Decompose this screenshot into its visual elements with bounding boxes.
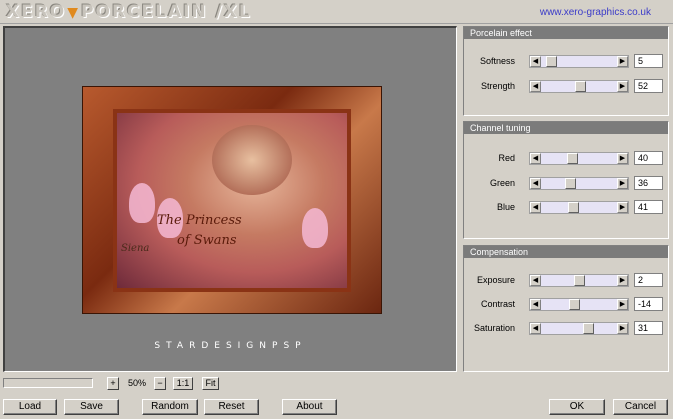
slider-thumb[interactable] bbox=[546, 56, 558, 67]
cancel-button[interactable]: Cancel bbox=[613, 399, 668, 415]
red-value-field[interactable]: 40 bbox=[634, 151, 663, 165]
slider-thumb[interactable] bbox=[567, 153, 579, 164]
panel-compensation: Compensation Exposure ◀ ▶ 2 Contrast ◀ ▶… bbox=[463, 245, 669, 372]
preview-image-inner: The Princess of Swans Siena bbox=[113, 109, 351, 292]
slider-label: Blue bbox=[496, 202, 515, 212]
slider-right-arrow-icon[interactable]: ▶ bbox=[617, 56, 628, 67]
slider-thumb[interactable] bbox=[574, 81, 586, 92]
random-button[interactable]: Random bbox=[142, 399, 198, 415]
slider-label: Red bbox=[498, 153, 515, 163]
slider-label: Strength bbox=[480, 81, 515, 91]
preview-area[interactable]: The Princess of Swans Siena STARDESIGNPS… bbox=[3, 26, 457, 372]
zoom-fit-button[interactable]: Fit bbox=[202, 377, 219, 390]
slider-left-arrow-icon[interactable]: ◀ bbox=[530, 56, 541, 67]
slider-thumb[interactable] bbox=[569, 299, 581, 310]
saturation-value-field[interactable]: 31 bbox=[634, 321, 663, 335]
progress-bar bbox=[3, 378, 93, 388]
zoom-in-button[interactable]: + bbox=[107, 377, 119, 390]
slider-left-arrow-icon[interactable]: ◀ bbox=[530, 202, 541, 213]
panel-porcelain-effect: Porcelain effect Softness ◀ ▶ 5 Strength… bbox=[463, 26, 669, 116]
strength-value-field[interactable]: 52 bbox=[634, 79, 663, 93]
slider-right-arrow-icon[interactable]: ▶ bbox=[617, 202, 628, 213]
slider-right-arrow-icon[interactable]: ▶ bbox=[617, 81, 628, 92]
slider-right-arrow-icon[interactable]: ▶ bbox=[617, 323, 628, 334]
slider-right-arrow-icon[interactable]: ▶ bbox=[617, 178, 628, 189]
swan-shape bbox=[302, 208, 328, 248]
artwork-signature: Siena bbox=[121, 243, 150, 254]
slider-left-arrow-icon[interactable]: ◀ bbox=[530, 323, 541, 334]
slider-left-arrow-icon[interactable]: ◀ bbox=[530, 178, 541, 189]
zoom-actual-size-button[interactable]: 1:1 bbox=[173, 377, 193, 390]
slider-label: Saturation bbox=[473, 323, 515, 333]
green-value-field[interactable]: 36 bbox=[634, 176, 663, 190]
slider-row-exposure: Exposure ◀ ▶ 2 bbox=[464, 273, 668, 288]
logo-text-right: PORCELAIN /XL bbox=[81, 2, 252, 22]
strength-slider[interactable]: ◀ ▶ bbox=[529, 80, 629, 93]
blue-value-field[interactable]: 41 bbox=[634, 200, 663, 214]
softness-slider[interactable]: ◀ ▶ bbox=[529, 55, 629, 68]
saturation-slider[interactable]: ◀ ▶ bbox=[529, 322, 629, 335]
ok-button[interactable]: OK bbox=[549, 399, 605, 415]
slider-thumb[interactable] bbox=[574, 275, 586, 286]
slider-thumb[interactable] bbox=[582, 323, 594, 334]
about-button[interactable]: About bbox=[282, 399, 337, 415]
zoom-out-button[interactable]: − bbox=[154, 377, 166, 390]
slider-label: Contrast bbox=[480, 299, 515, 309]
slider-right-arrow-icon[interactable]: ▶ bbox=[617, 299, 628, 310]
load-button[interactable]: Load bbox=[3, 399, 57, 415]
preview-image: The Princess of Swans Siena bbox=[82, 86, 382, 314]
slider-label: Exposure bbox=[476, 275, 515, 285]
website-link[interactable]: www.xero-graphics.co.uk bbox=[540, 7, 651, 18]
watermark-text: STARDESIGNPSP bbox=[154, 341, 307, 351]
contrast-value-field[interactable]: -14 bbox=[634, 297, 663, 311]
slider-label: Green bbox=[489, 178, 515, 188]
blue-slider[interactable]: ◀ ▶ bbox=[529, 201, 629, 214]
title-bar: XERO▼PORCELAIN /XL www.xero-graphics.co.… bbox=[0, 0, 673, 24]
slider-row-contrast: Contrast ◀ ▶ -14 bbox=[464, 297, 668, 312]
green-slider[interactable]: ◀ ▶ bbox=[529, 177, 629, 190]
slider-row-strength: Strength ◀ ▶ 52 bbox=[464, 79, 668, 94]
slider-row-red: Red ◀ ▶ 40 bbox=[464, 151, 668, 166]
red-slider[interactable]: ◀ ▶ bbox=[529, 152, 629, 165]
logo-text-left: XERO bbox=[6, 2, 67, 22]
reset-button[interactable]: Reset bbox=[204, 399, 259, 415]
artwork-subtitle: of Swans bbox=[177, 233, 237, 248]
panel-title: Compensation bbox=[464, 246, 668, 258]
slider-row-green: Green ◀ ▶ 36 bbox=[464, 176, 668, 191]
slider-left-arrow-icon[interactable]: ◀ bbox=[530, 153, 541, 164]
slider-row-saturation: Saturation ◀ ▶ 31 bbox=[464, 321, 668, 336]
app-logo: XERO▼PORCELAIN /XL bbox=[6, 2, 252, 22]
panel-title: Porcelain effect bbox=[464, 27, 668, 39]
contrast-slider[interactable]: ◀ ▶ bbox=[529, 298, 629, 311]
slider-row-softness: Softness ◀ ▶ 5 bbox=[464, 54, 668, 69]
portrait-shape bbox=[212, 125, 292, 195]
slider-thumb[interactable] bbox=[564, 178, 576, 189]
slider-left-arrow-icon[interactable]: ◀ bbox=[530, 299, 541, 310]
slider-thumb[interactable] bbox=[568, 202, 579, 213]
save-button[interactable]: Save bbox=[64, 399, 119, 415]
slider-right-arrow-icon[interactable]: ▶ bbox=[617, 275, 628, 286]
slider-right-arrow-icon[interactable]: ▶ bbox=[617, 153, 628, 164]
slider-left-arrow-icon[interactable]: ◀ bbox=[530, 275, 541, 286]
artwork-title: The Princess bbox=[157, 213, 242, 228]
exposure-slider[interactable]: ◀ ▶ bbox=[529, 274, 629, 287]
panel-title: Channel tuning bbox=[464, 122, 668, 134]
slider-left-arrow-icon[interactable]: ◀ bbox=[530, 81, 541, 92]
exposure-value-field[interactable]: 2 bbox=[634, 273, 663, 287]
slider-label: Softness bbox=[479, 56, 515, 66]
panel-channel-tuning: Channel tuning Red ◀ ▶ 40 Green ◀ ▶ 36 B… bbox=[463, 121, 669, 239]
logo-triangle-icon: ▼ bbox=[67, 5, 81, 21]
swan-shape bbox=[129, 183, 155, 223]
softness-value-field[interactable]: 5 bbox=[634, 54, 663, 68]
zoom-level: 50% bbox=[127, 378, 146, 388]
slider-row-blue: Blue ◀ ▶ 41 bbox=[464, 200, 668, 215]
